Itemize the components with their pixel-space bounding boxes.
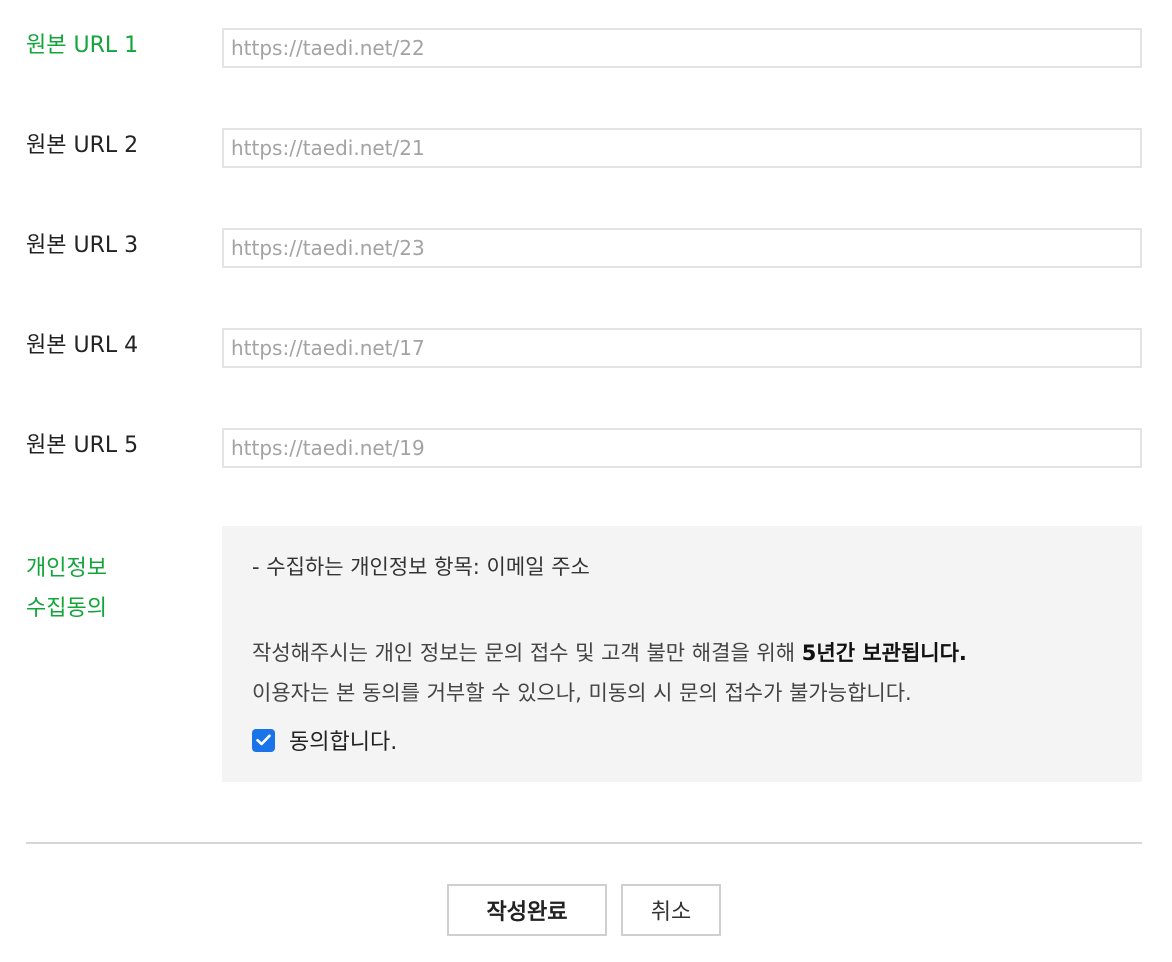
submit-button[interactable]: 작성완료 [447,884,607,936]
url-label-4: 원본 URL 4 [26,333,139,358]
cancel-button[interactable]: 취소 [621,884,721,936]
checkmark-icon [256,734,271,746]
url-row-5: 원본 URL 5 [0,428,1172,468]
consent-label: 개인정보 수집동의 [26,549,107,629]
consent-label-line1: 개인정보 [26,556,107,581]
url-row-3: 원본 URL 3 [0,228,1172,268]
url-input-3[interactable] [222,228,1142,268]
consent-retention-emphasis: 5년간 보관됩니다. [801,641,967,665]
url-input-4[interactable] [222,328,1142,368]
url-label-5: 원본 URL 5 [26,433,139,458]
url-input-2[interactable] [222,128,1142,168]
consent-label-line2: 수집동의 [26,596,107,621]
agree-label: 동의합니다. [289,730,398,755]
url-row-1: 원본 URL 1 [0,28,1172,68]
url-row-2: 원본 URL 2 [0,128,1172,168]
consent-panel: - 수집하는 개인정보 항목: 이메일 주소 작성해주시는 개인 정보는 문의 … [222,526,1142,782]
agree-checkbox[interactable] [252,728,275,752]
consent-notice-prefix: 작성해주시는 개인 정보는 문의 접수 및 고객 불만 해결을 위해 [252,641,802,665]
consent-notice-line2: 이용자는 본 동의를 거부할 수 있으나, 미동의 시 문의 접수가 불가능합니… [252,681,912,705]
agree-checkbox-row[interactable]: 동의합니다. [252,724,397,756]
consent-notice: 작성해주시는 개인 정보는 문의 접수 및 고객 불만 해결을 위해 5년간 보… [252,633,1132,713]
url-label-2: 원본 URL 2 [26,133,139,158]
url-label-1: 원본 URL 1 [26,33,139,58]
url-input-5[interactable] [222,428,1142,468]
url-label-3: 원본 URL 3 [26,233,139,258]
consent-items-text: - 수집하는 개인정보 항목: 이메일 주소 [252,555,590,579]
url-row-4: 원본 URL 4 [0,328,1172,368]
url-input-1[interactable] [222,28,1142,68]
form-divider [26,842,1142,844]
